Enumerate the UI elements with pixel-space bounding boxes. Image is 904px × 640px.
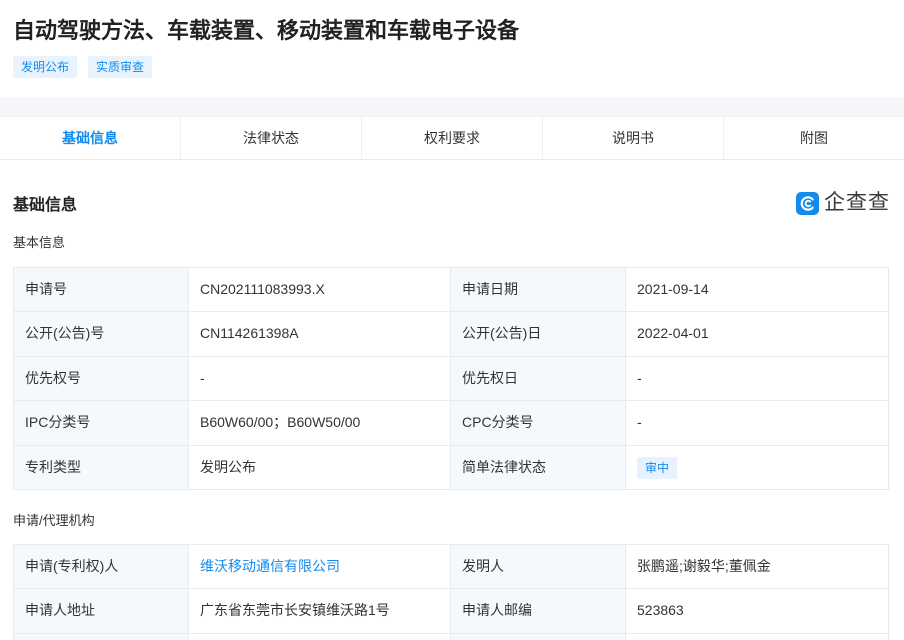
publication-date-value: 2022-04-01 bbox=[626, 312, 889, 357]
partial-value-cell bbox=[626, 633, 889, 640]
applicant-address-label: 申请人地址 bbox=[14, 589, 189, 634]
applicant-address-value: 广东省东莞市长安镇维沃路1号 bbox=[189, 589, 451, 634]
inventor-value: 张鹏遥;谢毅华;董佩金 bbox=[626, 544, 889, 590]
row-application-number: 申请号 CN202111083993.X 申请日期 2021-09-14 bbox=[14, 268, 889, 313]
application-number-value: CN202111083993.X bbox=[189, 268, 451, 313]
publication-date-label: 公开(公告)日 bbox=[451, 312, 626, 357]
priority-date-value: - bbox=[626, 356, 889, 402]
patent-type-value: 发明公布 bbox=[189, 445, 451, 490]
section-title: 基础信息 bbox=[13, 197, 78, 214]
row-priority: 优先权号 - 优先权日 - bbox=[14, 356, 889, 402]
patent-title: 自动驾驶方法、车载装置、移动装置和车载电子设备 bbox=[13, 18, 520, 43]
applicant-cell: 维沃移动通信有限公司 bbox=[189, 544, 451, 590]
section-header: 基础信息 企查查 bbox=[0, 184, 904, 222]
tab-claims[interactable]: 权利要求 bbox=[362, 117, 543, 159]
row-applicant-address: 申请人地址 广东省东莞市长安镇维沃路1号 申请人邮编 523863 bbox=[14, 589, 889, 634]
legal-status-badge: 审中 bbox=[637, 456, 678, 479]
tab-bar: 基础信息 法律状态 权利要求 说明书 附图 bbox=[0, 116, 904, 160]
row-publication-number: 公开(公告)号 CN114261398A 公开(公告)日 2022-04-01 bbox=[14, 312, 889, 357]
tab-legal-status[interactable]: 法律状态 bbox=[181, 117, 362, 159]
applicant-label: 申请(专利权)人 bbox=[14, 544, 189, 590]
applicant-info-heading: 申请/代理机构 bbox=[13, 512, 95, 528]
priority-date-label: 优先权日 bbox=[451, 356, 626, 402]
row-classification: IPC分类号 B60W60/00；B60W50/00 CPC分类号 - bbox=[14, 401, 889, 446]
applicant-info-table: 申请(专利权)人 维沃移动通信有限公司 发明人 张鹏遥;谢毅华;董佩金 申请人地… bbox=[13, 543, 889, 640]
tab-description[interactable]: 说明书 bbox=[543, 117, 724, 159]
basic-info-table: 申请号 CN202111083993.X 申请日期 2021-09-14 公开(… bbox=[13, 267, 889, 490]
publication-number-label: 公开(公告)号 bbox=[14, 312, 189, 357]
partial-label-cell bbox=[451, 633, 626, 640]
partial-label-cell bbox=[14, 633, 189, 640]
applicant-link[interactable]: 维沃移动通信有限公司 bbox=[200, 558, 340, 574]
tag-publication-type: 发明公布 bbox=[13, 56, 78, 78]
legal-status-label: 简单法律状态 bbox=[451, 445, 626, 490]
qichacha-logo-icon bbox=[796, 191, 819, 215]
legal-status-cell: 审中 bbox=[626, 445, 889, 490]
application-number-label: 申请号 bbox=[14, 268, 189, 313]
basic-info-heading: 基本信息 bbox=[13, 235, 66, 250]
tag-examination-status: 实质审查 bbox=[88, 56, 153, 78]
divider-band bbox=[0, 98, 904, 116]
postal-code-label: 申请人邮编 bbox=[451, 589, 626, 634]
application-date-value: 2021-09-14 bbox=[626, 268, 889, 313]
row-applicant: 申请(专利权)人 维沃移动通信有限公司 发明人 张鹏遥;谢毅华;董佩金 bbox=[14, 544, 889, 590]
qichacha-logo: 企查查 bbox=[796, 191, 890, 215]
patent-type-label: 专利类型 bbox=[14, 445, 189, 490]
cpc-class-label: CPC分类号 bbox=[451, 401, 626, 446]
table-row-partial bbox=[14, 633, 889, 640]
ipc-class-value: B60W60/00；B60W50/00 bbox=[189, 401, 451, 446]
tab-drawings[interactable]: 附图 bbox=[724, 117, 904, 159]
postal-code-value: 523863 bbox=[626, 589, 889, 634]
logo-text: 企查查 bbox=[824, 191, 890, 214]
publication-number-value: CN114261398A bbox=[189, 312, 451, 357]
cpc-class-value: - bbox=[626, 401, 889, 446]
patent-header: 自动驾驶方法、车载装置、移动装置和车载电子设备 发明公布 实质审查 bbox=[0, 0, 904, 98]
ipc-class-label: IPC分类号 bbox=[14, 401, 189, 446]
patent-tags: 发明公布 实质审查 bbox=[13, 56, 891, 78]
inventor-label: 发明人 bbox=[451, 544, 626, 590]
partial-value-cell bbox=[189, 633, 451, 640]
priority-number-label: 优先权号 bbox=[14, 356, 189, 402]
tab-basic-info[interactable]: 基础信息 bbox=[0, 117, 181, 159]
application-date-label: 申请日期 bbox=[451, 268, 626, 313]
row-patent-type: 专利类型 发明公布 简单法律状态 审中 bbox=[14, 445, 889, 490]
priority-number-value: - bbox=[189, 356, 451, 402]
